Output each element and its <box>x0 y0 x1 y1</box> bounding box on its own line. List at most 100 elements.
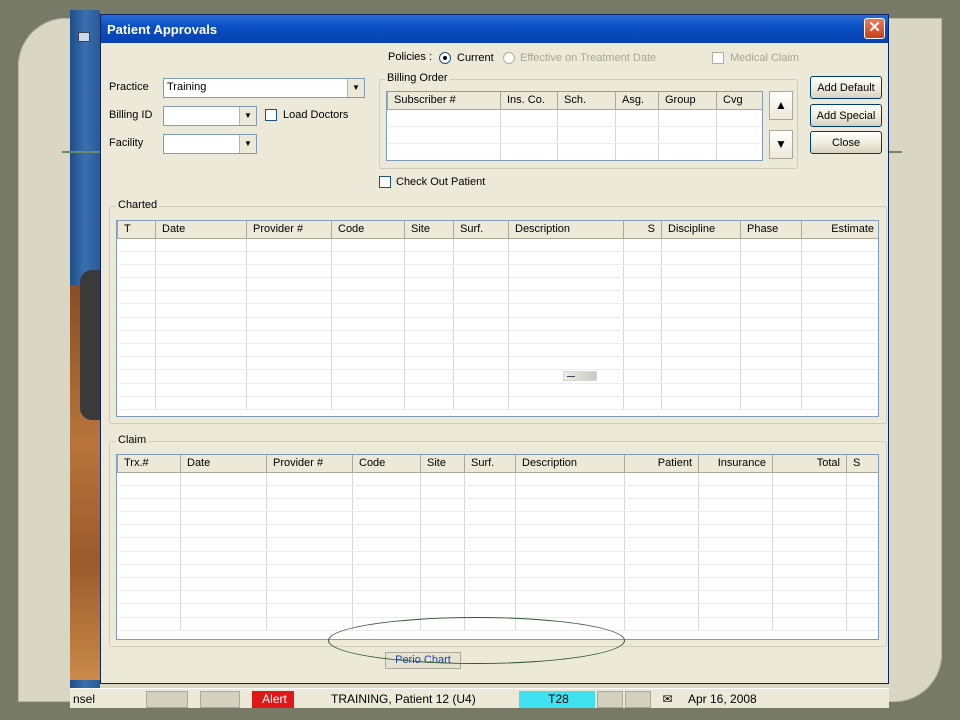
table-cell[interactable] <box>508 317 624 331</box>
table-cell[interactable] <box>453 290 509 305</box>
table-cell[interactable] <box>772 551 847 565</box>
table-cell[interactable] <box>266 472 353 486</box>
table-cell[interactable] <box>515 498 625 513</box>
table-cell[interactable] <box>740 277 802 292</box>
table-cell[interactable] <box>740 251 802 265</box>
table-row[interactable] <box>117 330 878 345</box>
table-cell[interactable] <box>420 511 465 526</box>
table-cell[interactable] <box>624 564 699 579</box>
table-cell[interactable] <box>266 590 353 605</box>
table-cell[interactable] <box>698 617 773 631</box>
table-cell[interactable] <box>453 343 509 358</box>
table-cell[interactable] <box>772 590 847 605</box>
table-cell[interactable] <box>117 498 181 513</box>
table-row[interactable] <box>117 277 878 292</box>
table-cell[interactable] <box>740 317 802 331</box>
table-cell[interactable] <box>698 577 773 592</box>
table-cell[interactable] <box>180 551 267 565</box>
table-row[interactable] <box>117 511 878 526</box>
table-cell[interactable] <box>515 590 625 605</box>
table-cell[interactable] <box>180 603 267 618</box>
table-cell[interactable] <box>698 511 773 526</box>
table-cell[interactable] <box>180 485 267 499</box>
table-cell[interactable] <box>740 356 802 371</box>
table-cell[interactable] <box>846 564 878 579</box>
table-cell[interactable] <box>772 564 847 579</box>
column-header[interactable]: Phase <box>740 221 802 239</box>
table-cell[interactable] <box>740 303 802 318</box>
table-cell[interactable] <box>740 264 802 279</box>
table-cell[interactable] <box>117 396 156 410</box>
claim-grid[interactable]: Trx.# Date Provider # Code Site Surf. De… <box>116 454 879 640</box>
column-header[interactable]: T <box>117 221 156 239</box>
table-cell[interactable] <box>801 369 878 384</box>
table-cell[interactable] <box>404 383 454 397</box>
table-cell[interactable] <box>508 303 624 318</box>
table-cell[interactable] <box>180 617 267 631</box>
table-cell[interactable] <box>352 498 421 513</box>
column-header[interactable]: Group <box>658 92 717 110</box>
table-row[interactable] <box>117 369 878 384</box>
table-cell[interactable] <box>266 537 353 552</box>
table-cell[interactable] <box>453 277 509 292</box>
table-cell[interactable] <box>352 472 421 486</box>
column-header[interactable]: Sch. <box>557 92 616 110</box>
table-cell[interactable] <box>464 485 516 499</box>
table-cell[interactable] <box>180 577 267 592</box>
table-cell[interactable] <box>698 564 773 579</box>
table-cell[interactable] <box>266 603 353 618</box>
table-cell[interactable] <box>846 524 878 539</box>
table-cell[interactable] <box>420 564 465 579</box>
table-row[interactable] <box>117 472 878 486</box>
table-row[interactable] <box>387 126 762 144</box>
table-cell[interactable] <box>801 264 878 279</box>
table-row[interactable] <box>117 551 878 565</box>
table-cell[interactable] <box>772 617 847 631</box>
table-cell[interactable] <box>180 590 267 605</box>
table-cell[interactable] <box>698 551 773 565</box>
table-cell[interactable] <box>453 264 509 279</box>
facility-select[interactable]: ▼ <box>163 134 257 154</box>
table-cell[interactable] <box>623 290 662 305</box>
table-cell[interactable] <box>772 537 847 552</box>
table-cell[interactable] <box>740 343 802 358</box>
table-cell[interactable] <box>623 383 662 397</box>
table-cell[interactable] <box>117 511 181 526</box>
table-cell[interactable] <box>180 564 267 579</box>
table-cell[interactable] <box>661 277 741 292</box>
table-cell[interactable] <box>117 551 181 565</box>
table-cell[interactable] <box>420 577 465 592</box>
table-cell[interactable] <box>155 264 247 279</box>
table-cell[interactable] <box>515 603 625 618</box>
table-cell[interactable] <box>117 577 181 592</box>
table-cell[interactable] <box>453 251 509 265</box>
table-cell[interactable] <box>740 369 802 384</box>
column-header[interactable]: Code <box>352 455 421 473</box>
table-cell[interactable] <box>698 590 773 605</box>
table-row[interactable] <box>117 356 878 371</box>
table-cell[interactable] <box>155 290 247 305</box>
table-cell[interactable] <box>117 317 156 331</box>
table-cell[interactable] <box>508 330 624 345</box>
table-cell[interactable] <box>117 343 156 358</box>
table-cell[interactable] <box>772 472 847 486</box>
table-cell[interactable] <box>464 498 516 513</box>
table-cell[interactable] <box>846 485 878 499</box>
table-cell[interactable] <box>404 238 454 252</box>
billing-order-grid[interactable]: Subscriber # Ins. Co. Sch. Asg. Group Cv… <box>386 91 763 161</box>
table-cell[interactable] <box>246 264 332 279</box>
table-cell[interactable] <box>331 369 405 384</box>
table-cell[interactable] <box>464 603 516 618</box>
column-header[interactable]: Description <box>508 221 624 239</box>
table-cell[interactable] <box>464 524 516 539</box>
table-cell[interactable] <box>246 356 332 371</box>
table-row[interactable] <box>117 603 878 618</box>
table-cell[interactable] <box>180 472 267 486</box>
table-cell[interactable] <box>453 383 509 397</box>
table-cell[interactable] <box>404 264 454 279</box>
table-cell[interactable] <box>117 537 181 552</box>
table-cell[interactable] <box>801 303 878 318</box>
table-cell[interactable] <box>246 238 332 252</box>
table-cell[interactable] <box>453 369 509 384</box>
table-cell[interactable] <box>404 369 454 384</box>
